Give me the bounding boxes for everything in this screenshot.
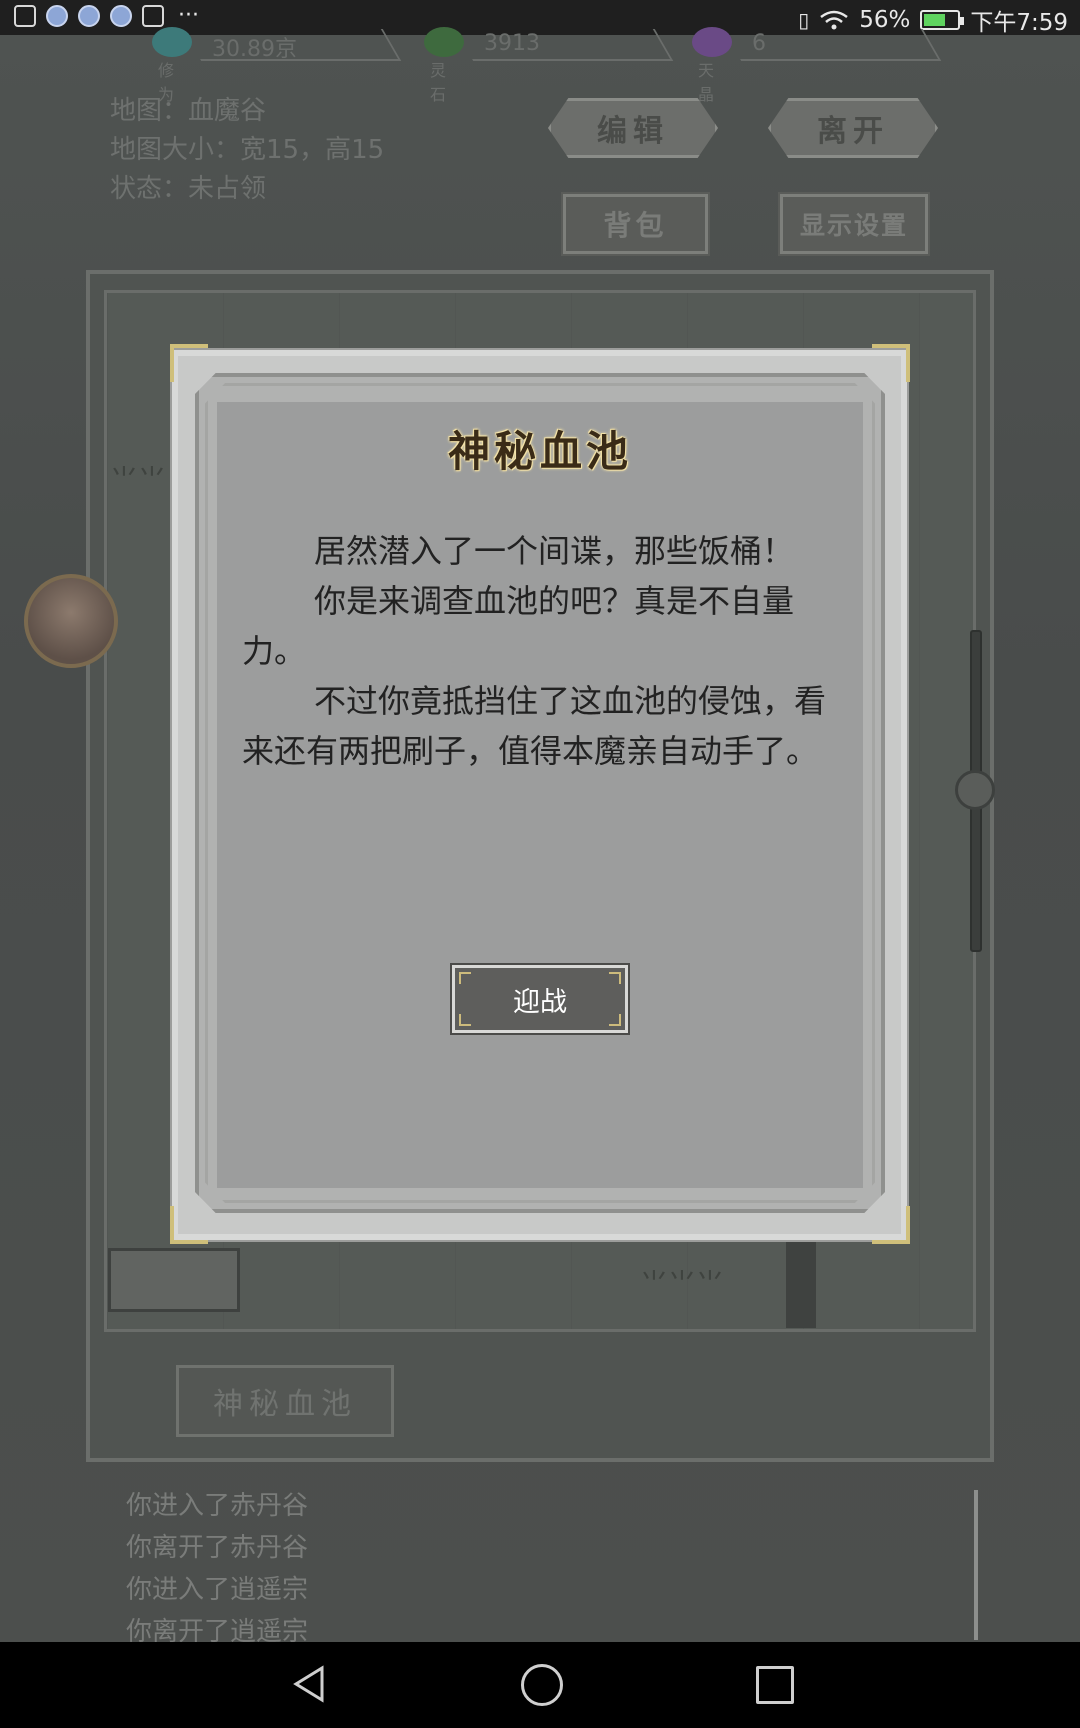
log-entry: 你进入了逍遥宗 bbox=[126, 1575, 309, 1605]
battery-icon bbox=[920, 10, 965, 30]
map-info: 地图：血魔谷 地图大小：宽15，高15 状态：未占领 bbox=[110, 92, 384, 209]
dialog-paragraph: 居然潜入了一个间谍，那些饭桶！ bbox=[314, 532, 795, 570]
app-notification-icon bbox=[110, 5, 132, 27]
dialog-panel bbox=[217, 402, 863, 1188]
log-entry: 你进入了赤丹谷 bbox=[126, 1491, 309, 1521]
zoom-slider-handle[interactable] bbox=[955, 770, 995, 810]
map-name: 地图：血魔谷 bbox=[110, 96, 267, 126]
accept-battle-label: 迎战 bbox=[513, 986, 567, 1018]
gallery-notification-icon bbox=[14, 5, 36, 27]
app-notification-icon bbox=[46, 5, 68, 27]
map-size: 地图大小：宽15，高15 bbox=[110, 135, 385, 165]
dialog-paragraph: 不过你竟抵挡住了这血池的侵蚀，看来还有两把刷子，值得本魔亲自动手了。 bbox=[242, 682, 827, 770]
app-notification-icon bbox=[78, 5, 100, 27]
resource-label: 灵石 bbox=[430, 61, 447, 104]
grass-decoration: ⺌⺌⺌ bbox=[640, 1267, 725, 1300]
notification-icons: ··· bbox=[14, 5, 199, 27]
recent-apps-icon[interactable] bbox=[756, 1666, 794, 1704]
home-icon[interactable] bbox=[521, 1664, 563, 1706]
log-entry: 你离开了赤丹谷 bbox=[126, 1533, 309, 1563]
dialog-title: 神秘血池 bbox=[447, 427, 632, 476]
dialog-corner bbox=[872, 1206, 910, 1244]
accept-battle-button[interactable]: 迎战 bbox=[452, 965, 628, 1033]
leave-button[interactable]: 离开 bbox=[768, 98, 938, 158]
player-avatar[interactable] bbox=[24, 574, 118, 668]
more-notifications-icon: ··· bbox=[178, 3, 199, 28]
robot-notification-icon bbox=[142, 5, 164, 27]
map-post bbox=[786, 1240, 816, 1328]
back-icon[interactable] bbox=[290, 1664, 330, 1704]
map-status: 状态：未占领 bbox=[110, 174, 267, 204]
wifi-icon bbox=[819, 9, 849, 31]
dialog-message: 居然潜入了一个间谍，那些饭桶！ 你是来调查血池的吧？真是不自量力。 不过你竟抵挡… bbox=[242, 526, 826, 776]
log-scrollbar[interactable] bbox=[974, 1490, 978, 1640]
edit-button[interactable]: 编辑 bbox=[548, 98, 718, 158]
resource-bar: 30.89京 修为 3913 灵石 6 天晶 bbox=[0, 27, 1080, 104]
event-log: 你进入了赤丹谷 你离开了赤丹谷 你进入了逍遥宗 你离开了逍遥宗 bbox=[126, 1485, 308, 1653]
resource-value: 6 bbox=[752, 31, 766, 56]
resource-label: 天晶 bbox=[698, 61, 715, 104]
display-settings-button[interactable]: 显示设置 bbox=[778, 192, 930, 256]
system-navigation-bar bbox=[0, 1642, 1080, 1728]
clock: 下午7:59 bbox=[970, 10, 1068, 36]
resource-value: 30.89京 bbox=[212, 37, 297, 62]
dialog-corner bbox=[872, 344, 910, 382]
dialog-corner bbox=[170, 1206, 208, 1244]
bag-button[interactable]: 背包 bbox=[561, 192, 710, 256]
dialog-paragraph: 你是来调查血池的吧？真是不自量力。 bbox=[242, 582, 795, 670]
resource-value: 3913 bbox=[484, 31, 540, 56]
dialog-corner bbox=[170, 344, 208, 382]
location-button[interactable]: 神秘血池 bbox=[176, 1365, 394, 1437]
map-building bbox=[108, 1248, 240, 1312]
